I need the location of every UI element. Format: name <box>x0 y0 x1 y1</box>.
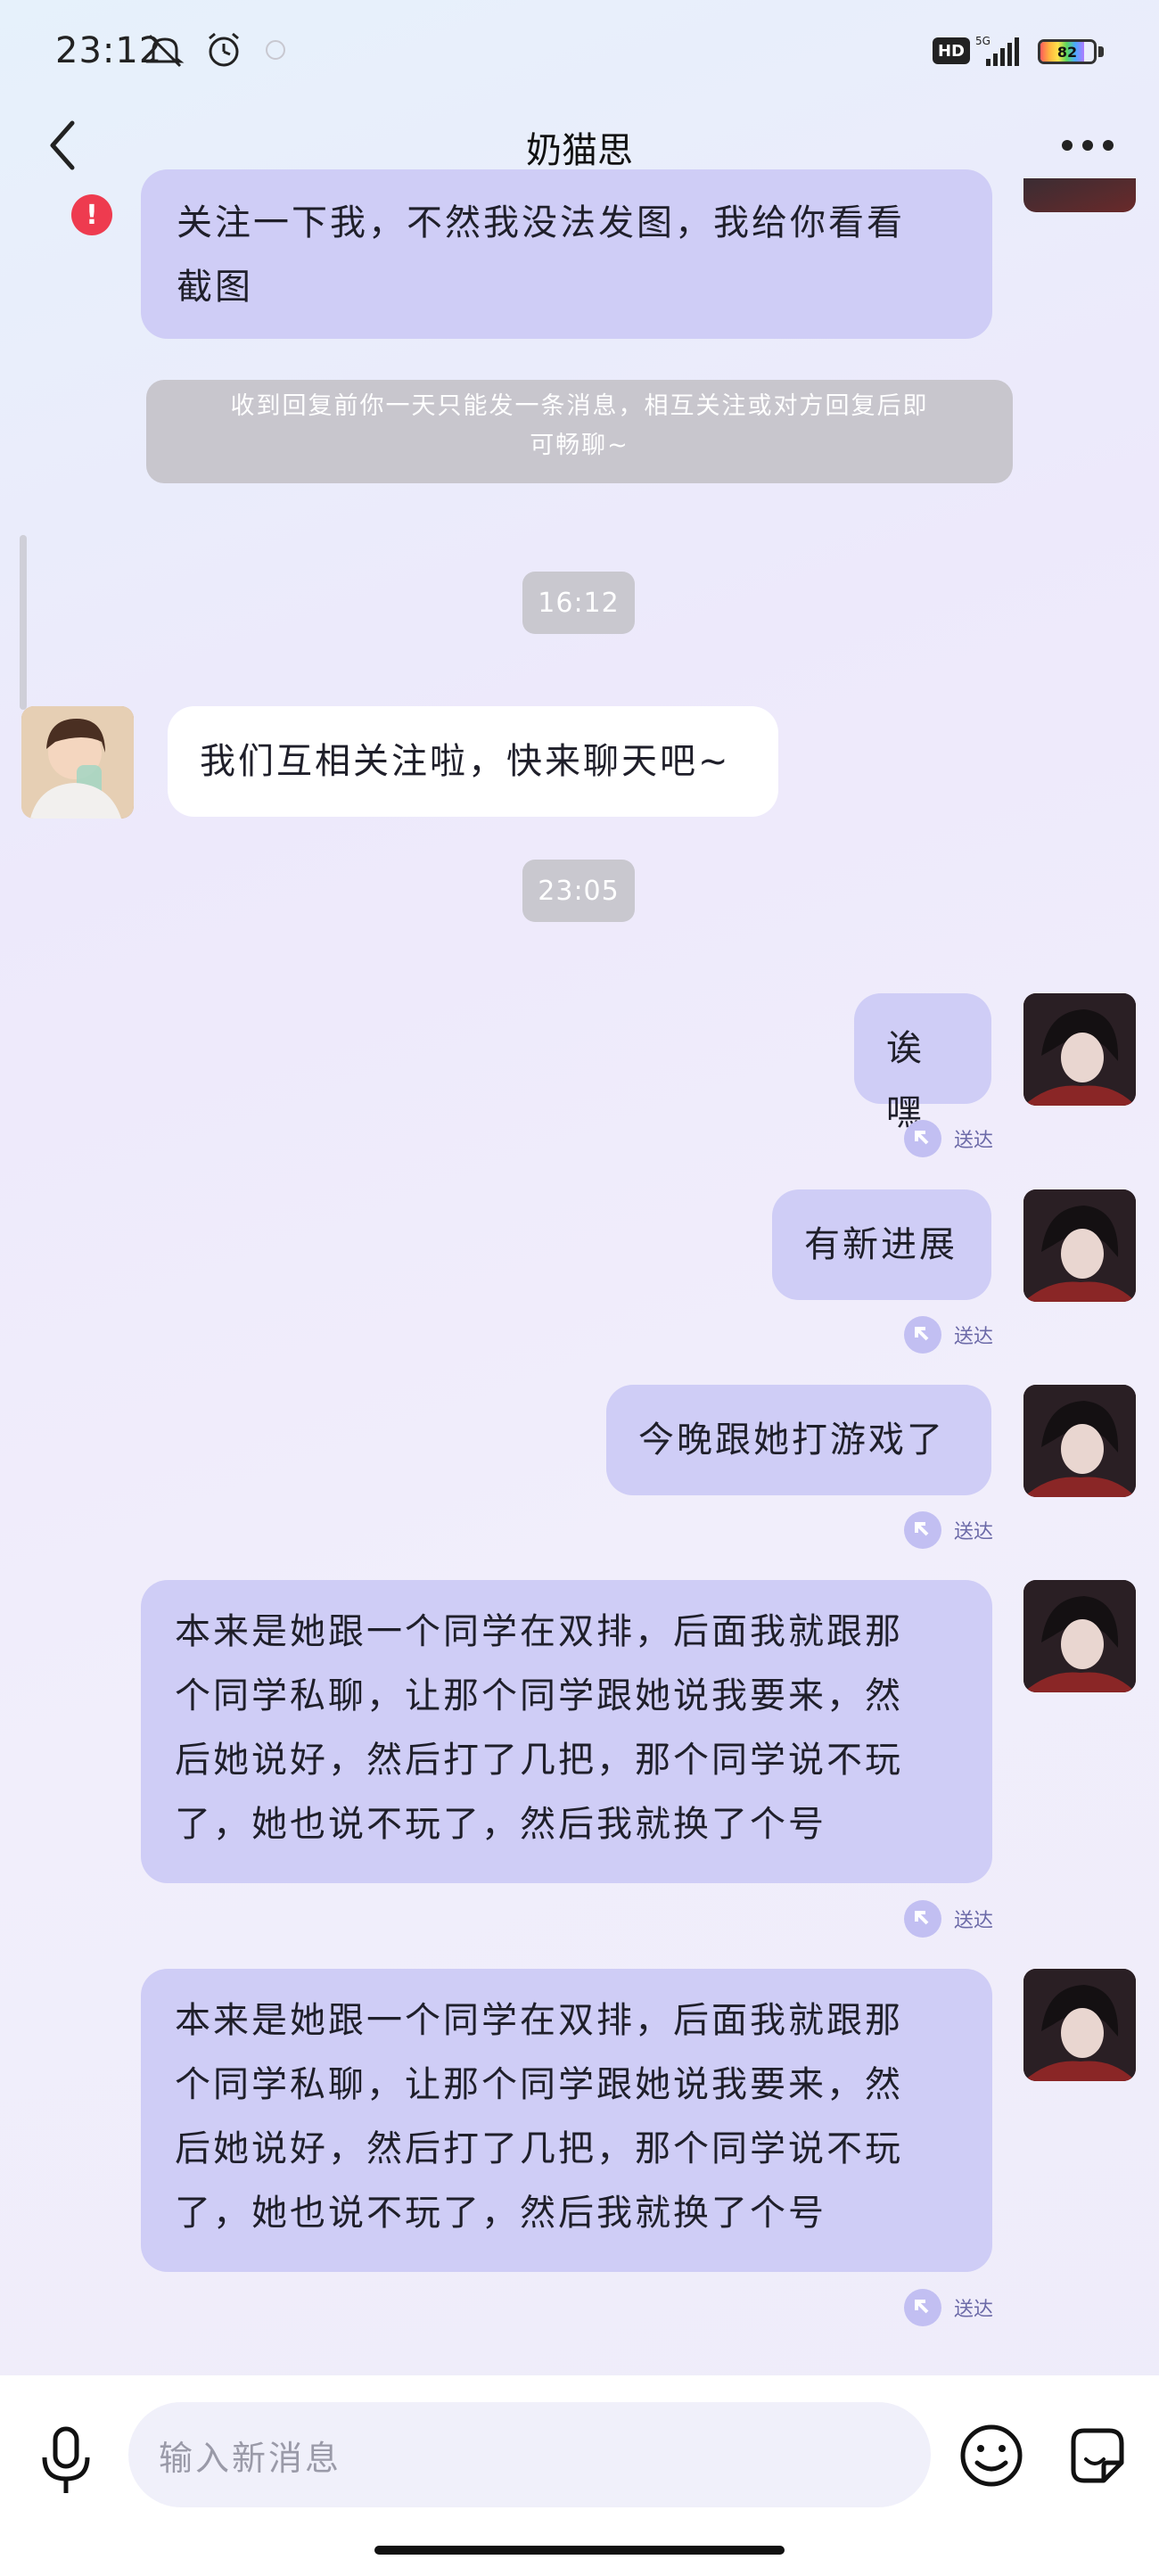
my-avatar[interactable] <box>1023 1189 1136 1302</box>
notice-line: 可畅聊~ <box>530 432 629 459</box>
delivered-icon <box>904 1511 941 1549</box>
notice-line: 收到回复前你一天只能发一条消息，相互关注或对方回复后即 <box>230 392 929 420</box>
message-line: 个同学私聊，让那个同学跟她说我要来，然 <box>175 2064 903 2105</box>
message-line: 本来是她跟一个同学在双排，后面我就跟那 <box>175 2000 903 2041</box>
more-dots-icon <box>1062 140 1114 151</box>
more-options-button[interactable] <box>1052 120 1123 170</box>
emoji-button[interactable] <box>956 2420 1027 2491</box>
delivered-icon <box>904 1120 941 1157</box>
scrollbar[interactable] <box>20 535 27 710</box>
battery-level: 82 <box>1056 43 1078 61</box>
extra-icon <box>260 30 291 70</box>
outgoing-message-bubble[interactable]: 本来是她跟一个同学在双排，后面我就跟那 个同学私聊，让那个同学跟她说我要来，然 … <box>141 1969 992 2272</box>
microphone-icon <box>42 2426 90 2493</box>
delivery-status: 送达 <box>904 1120 993 1157</box>
home-indicator[interactable] <box>374 2546 785 2555</box>
alarm-icon <box>201 30 246 70</box>
delivered-label: 送达 <box>954 1326 994 1348</box>
message-line: 了，她也说不玩了，然后我就换了个号 <box>175 1804 826 1845</box>
battery-icon: 82 <box>1038 39 1097 64</box>
voice-input-button[interactable] <box>32 2418 100 2504</box>
message-text: 我们互相关注啦，快来聊天吧~ <box>200 741 731 782</box>
outgoing-message-bubble[interactable]: 诶嘿 <box>854 993 991 1133</box>
signal-icon: 5G <box>974 34 1023 68</box>
my-avatar[interactable] <box>1023 1385 1136 1497</box>
delivered-icon <box>904 2289 941 2326</box>
sticker-icon <box>1071 2428 1124 2483</box>
chat-title: 奶猫思 <box>526 130 633 171</box>
message-line: 了，她也说不玩了，然后我就换了个号 <box>175 2193 826 2234</box>
delivered-icon <box>904 1316 941 1354</box>
svg-text:5G: 5G <box>975 35 990 47</box>
mute-icon <box>143 30 187 70</box>
message-line: 关注一下我，不然我没法发图，我给你看看 <box>177 202 905 243</box>
my-avatar[interactable] <box>1023 1969 1136 2081</box>
emoji-icon <box>960 2424 1023 2487</box>
contact-avatar[interactable] <box>21 706 134 819</box>
message-input-placeholder: 输入新消息 <box>159 2438 342 2478</box>
sticker-button[interactable] <box>1061 2420 1132 2491</box>
delivery-status: 送达 <box>904 1511 993 1549</box>
outgoing-message-bubble[interactable]: 今晚跟她打游戏了 <box>606 1385 991 1495</box>
hd-badge: HD <box>933 37 970 64</box>
message-line: 本来是她跟一个同学在双排，后面我就跟那 <box>175 1611 903 1652</box>
timestamp: 23:05 <box>522 860 635 922</box>
message-line: 后她说好，然后打了几把，那个同学说不玩 <box>175 1740 903 1781</box>
message-line: 个同学私聊，让那个同学跟她说我要来，然 <box>175 1675 903 1716</box>
message-text: 今晚跟她打游戏了 <box>638 1420 945 1461</box>
outgoing-message-bubble[interactable]: 有新进展 <box>772 1189 991 1300</box>
delivery-status: 送达 <box>904 1316 993 1354</box>
timestamp: 16:12 <box>522 572 635 634</box>
message-line: 后她说好，然后打了几把，那个同学说不玩 <box>175 2128 903 2169</box>
incoming-message-bubble[interactable]: 我们互相关注啦，快来聊天吧~ <box>168 706 778 817</box>
delivered-label: 送达 <box>954 2299 994 2321</box>
top-right-avatar-fragment <box>1023 178 1136 212</box>
message-text: 有新进展 <box>804 1224 958 1265</box>
outgoing-message-bubble[interactable]: 本来是她跟一个同学在双排，后面我就跟那 个同学私聊，让那个同学跟她说我要来，然 … <box>141 1580 992 1883</box>
messaging-limit-notice: 收到回复前你一天只能发一条消息，相互关注或对方回复后即 可畅聊~ <box>146 380 1013 483</box>
delivered-label: 送达 <box>954 1910 994 1932</box>
delivered-icon <box>904 1900 941 1938</box>
message-line: 截图 <box>177 267 253 308</box>
my-avatar[interactable] <box>1023 1580 1136 1692</box>
message-bubble-failed[interactable]: 关注一下我，不然我没法发图，我给你看看 截图 <box>141 169 992 339</box>
error-icon[interactable]: ! <box>71 194 112 235</box>
message-input[interactable]: 输入新消息 <box>128 2402 931 2507</box>
delivery-status: 送达 <box>904 2289 993 2326</box>
delivered-label: 送达 <box>954 1130 994 1152</box>
delivered-label: 送达 <box>954 1521 994 1543</box>
battery-cap <box>1098 46 1104 57</box>
delivery-status: 送达 <box>904 1900 993 1938</box>
my-avatar[interactable] <box>1023 993 1136 1106</box>
